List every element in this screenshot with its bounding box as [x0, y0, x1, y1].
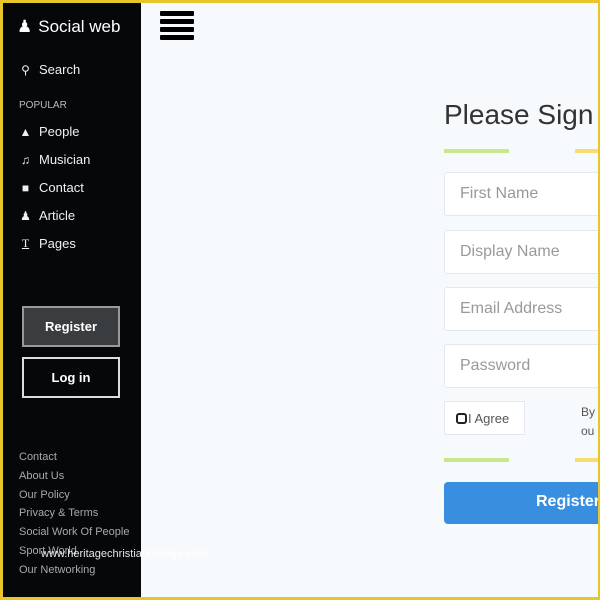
page: ♟ Social web ⚲ Search POPULAR ▲ People ♫ Mus… [3, 3, 598, 597]
page-title: Please Sign [444, 99, 594, 130]
brand[interactable]: ♟ Social web [17, 17, 120, 37]
sidebar-item-label: Musician [39, 152, 91, 167]
sidebar-item-article[interactable]: ♟ Article [19, 208, 75, 223]
login-button[interactable]: Log in [22, 357, 120, 398]
search-icon: ⚲ [21, 62, 30, 77]
footer-link[interactable]: Social Work Of People [19, 523, 129, 542]
hamburger-menu-icon[interactable] [160, 11, 194, 43]
display-name-input[interactable]: Display Name [444, 230, 598, 274]
sidebar-search[interactable]: ⚲ Search [19, 62, 80, 77]
person-icon: ♟ [17, 17, 33, 36]
sidebar-item-label: People [39, 124, 80, 139]
search-label: Search [39, 62, 81, 77]
checkbox-icon[interactable] [456, 412, 467, 424]
footer-link[interactable]: Our Policy [19, 486, 129, 505]
tree-icon: ▲ [19, 124, 32, 139]
divider-green [444, 149, 509, 153]
footer-link[interactable]: Privacy & Terms [19, 504, 129, 523]
sidebar-item-people[interactable]: ▲ People [19, 124, 80, 139]
video-icon: ■ [21, 180, 30, 195]
terms-line: ou [581, 424, 595, 438]
watermark: www.heritagechristiancollege.com [41, 548, 207, 560]
sidebar-item-label: Contact [39, 180, 84, 195]
text-icon: T [21, 236, 30, 250]
terms-line: By [581, 405, 596, 419]
brand-label: Social web [38, 17, 121, 36]
register-button[interactable]: Register [22, 306, 120, 347]
section-heading: POPULAR [19, 100, 67, 111]
agree-toggle[interactable]: I Agree [444, 401, 525, 435]
footer-link[interactable]: Our Networking [19, 561, 129, 580]
sidebar: ♟ Social web ⚲ Search POPULAR ▲ People ♫ Mus… [3, 3, 141, 597]
person-icon: ♟ [20, 208, 31, 223]
first-name-input[interactable]: First Name [444, 172, 598, 216]
terms-text: By ou [581, 403, 595, 441]
sidebar-item-musician[interactable]: ♫ Musician [19, 152, 90, 167]
divider-yellow [575, 149, 598, 153]
divider-yellow [575, 458, 598, 462]
music-icon: ♫ [21, 152, 30, 167]
footer-link[interactable]: About Us [19, 467, 129, 486]
register-submit-button[interactable]: Register [444, 482, 598, 524]
agree-label: I Agree [468, 410, 510, 426]
sidebar-item-label: Pages [39, 236, 76, 251]
footer-link[interactable]: Contact [19, 448, 129, 467]
sidebar-item-pages[interactable]: T Pages [19, 236, 76, 251]
divider-green [444, 458, 509, 462]
email-input[interactable]: Email Address [444, 287, 598, 331]
sidebar-item-label: Article [39, 208, 76, 223]
sidebar-item-contact[interactable]: ■ Contact [19, 180, 84, 195]
password-input[interactable]: Password [444, 344, 598, 388]
